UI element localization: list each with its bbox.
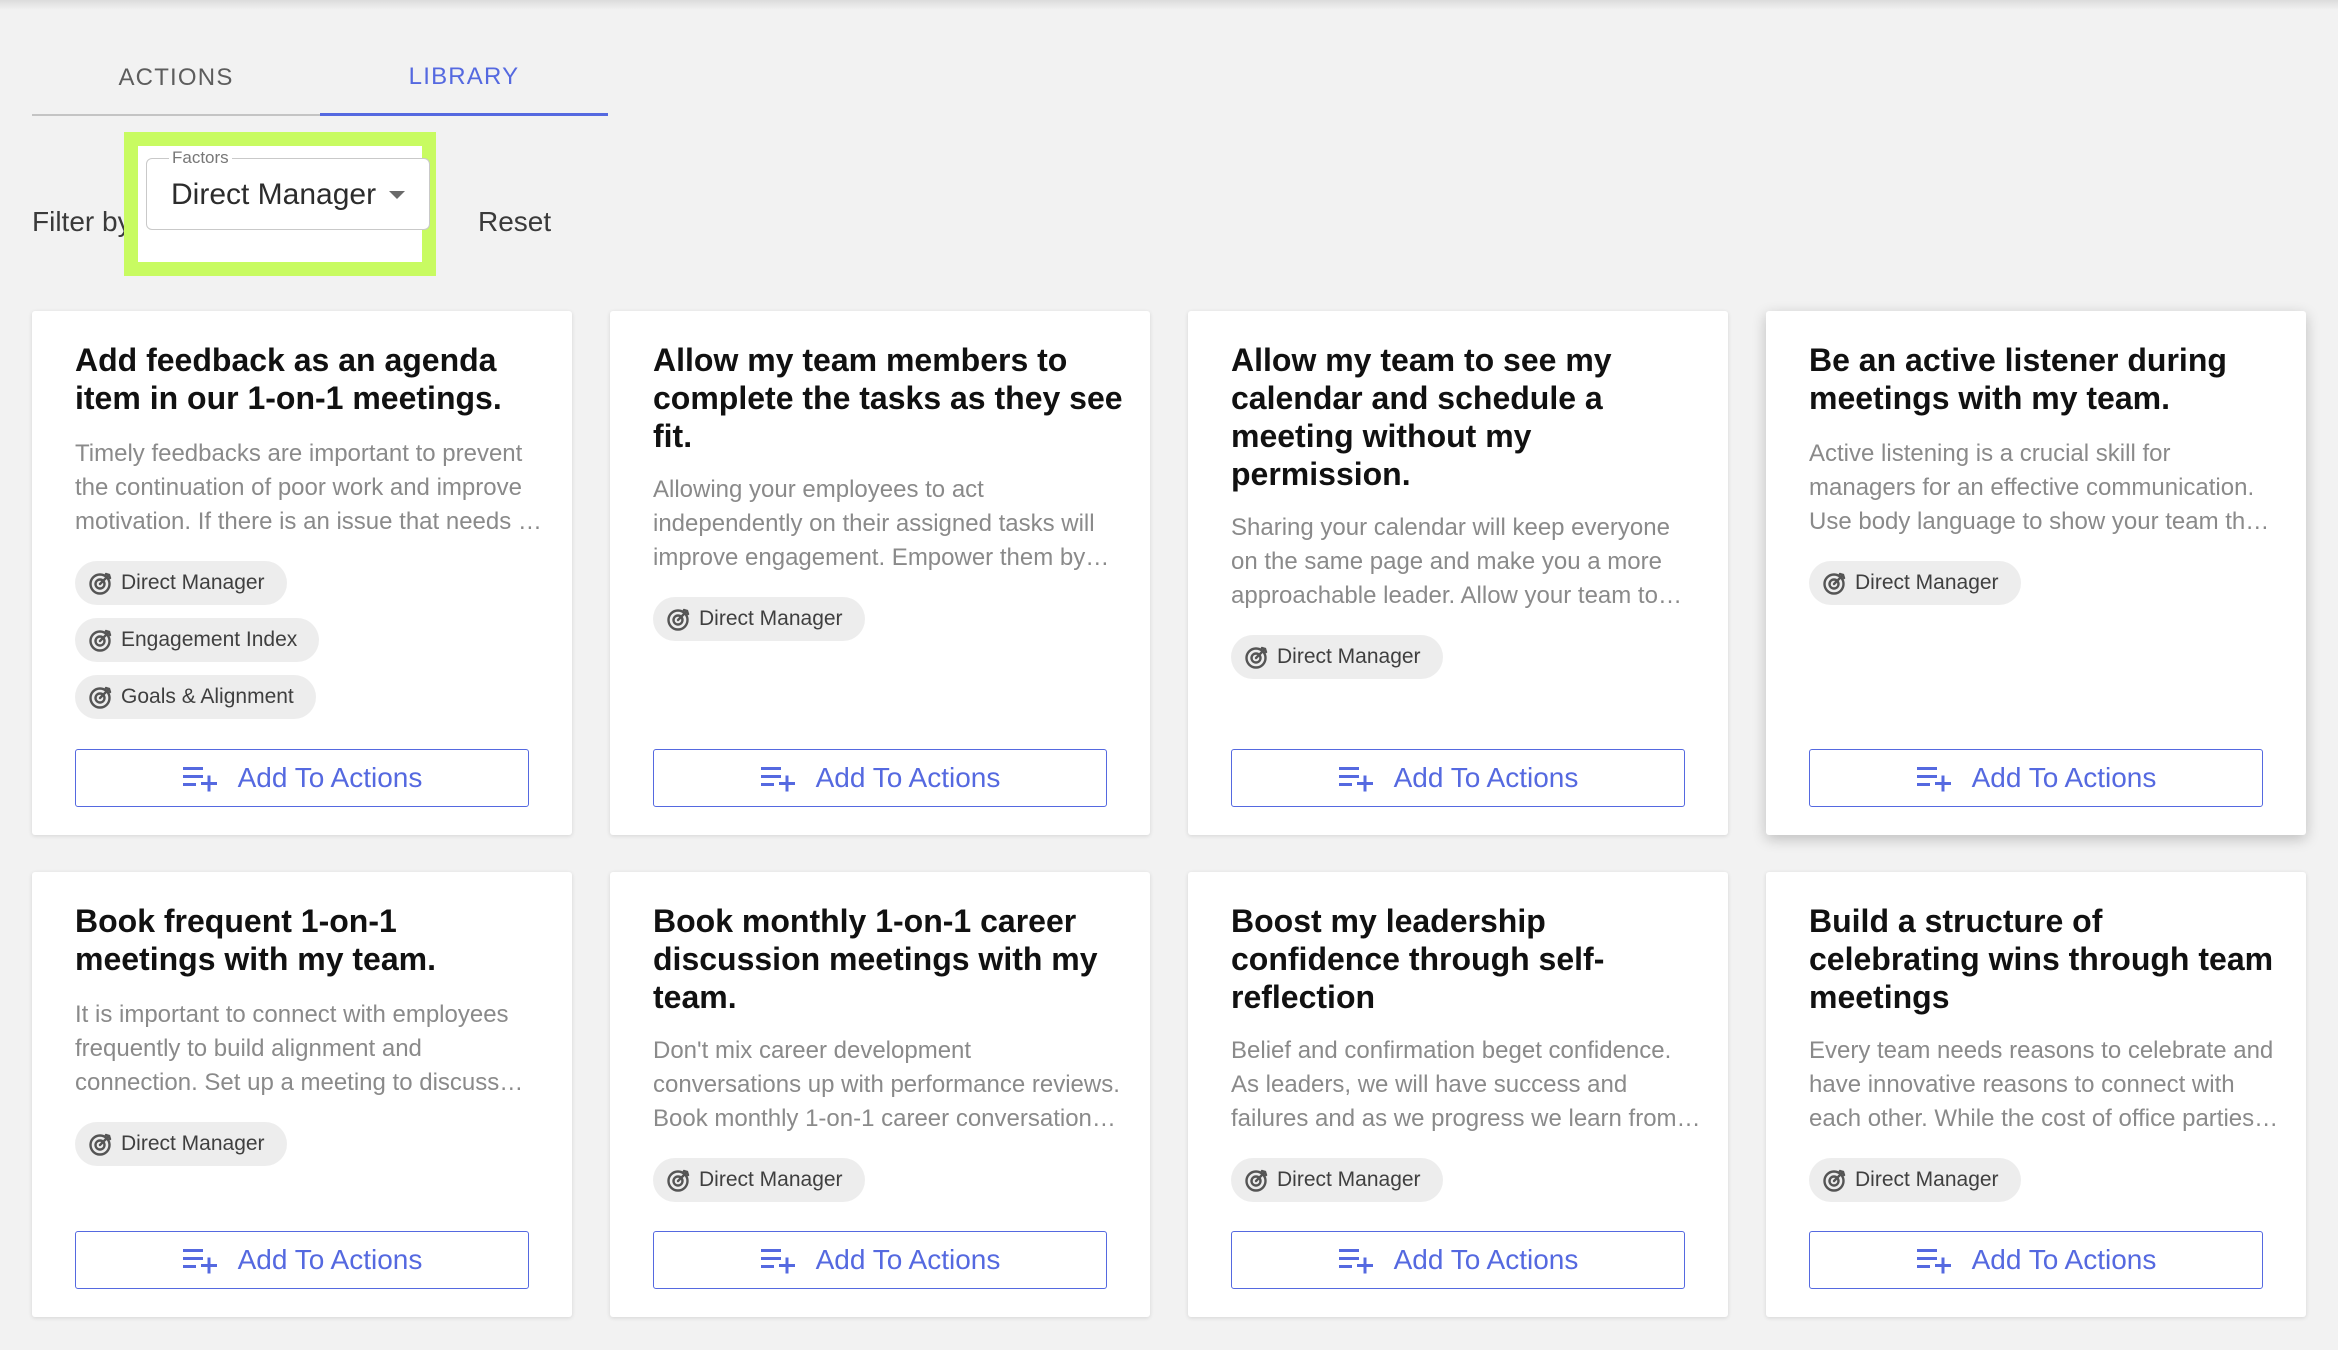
caret-down-icon <box>389 191 405 199</box>
action-card: Allow my team members to complete the ta… <box>610 311 1150 835</box>
tab-library[interactable]: LIBRARY <box>320 40 608 116</box>
filter-label: Filter by <box>32 206 132 237</box>
factor-tag: Direct Manager <box>75 1122 287 1166</box>
filter-highlight: Factors Direct Manager <box>124 132 436 276</box>
tag-list: Direct Manager Engagement Index Goals & Al… <box>75 561 320 732</box>
tag-list: Direct Manager <box>653 597 865 654</box>
target-icon <box>1823 1169 1846 1192</box>
target-icon <box>667 1169 690 1192</box>
factor-tag: Direct Manager <box>75 561 287 605</box>
add-to-actions-button[interactable]: Add To Actions <box>1809 749 2263 807</box>
factor-tag: Direct Manager <box>653 1158 865 1202</box>
playlist-add-icon <box>760 1249 795 1274</box>
tag-list: Direct Manager <box>653 1158 865 1215</box>
factor-tag-label: Direct Manager <box>1855 1168 1999 1191</box>
add-to-actions-button[interactable]: Add To Actions <box>653 749 1107 807</box>
action-card: Add feedback as an agenda item in our 1-… <box>32 311 572 835</box>
action-card: Be an active listener during meetings wi… <box>1766 311 2306 835</box>
tag-list: Direct Manager <box>75 1122 287 1179</box>
top-shadow <box>0 0 2338 10</box>
card-description: Allowing your employees to act independe… <box>653 476 1095 571</box>
playlist-add-icon <box>1338 1249 1373 1274</box>
add-to-actions-button[interactable]: Add To Actions <box>1809 1231 2263 1289</box>
add-to-actions-button[interactable]: Add To Actions <box>1231 1231 1685 1289</box>
add-to-actions-label: Add To Actions <box>1971 1244 2157 1275</box>
card-title: Allow my team to see my calendar and sch… <box>1231 342 1612 492</box>
target-icon <box>1823 572 1846 595</box>
target-icon <box>667 608 690 631</box>
tag-list: Direct Manager <box>1231 635 1443 692</box>
tag-list: Direct Manager <box>1809 1158 2021 1215</box>
factor-tag: Direct Manager <box>1809 561 2021 605</box>
target-icon <box>1245 646 1268 669</box>
card-title: Add feedback as an agenda item in our 1-… <box>75 342 502 416</box>
card-title: Build a structure of celebrating wins th… <box>1809 903 2274 1015</box>
factor-tag-label: Goals & Alignment <box>121 685 294 708</box>
target-icon <box>89 1133 112 1156</box>
card-title: Book frequent 1-on-1 meetings with my te… <box>75 903 436 977</box>
playlist-add-icon <box>182 1249 217 1274</box>
tab-bar: ACTIONS LIBRARY <box>32 40 608 116</box>
target-icon <box>89 686 112 709</box>
factor-tag: Direct Manager <box>653 597 865 641</box>
factor-tag-label: Direct Manager <box>121 571 265 594</box>
factor-tag: Engagement Index <box>75 618 320 662</box>
action-card: Allow my team to see my calendar and sch… <box>1188 311 1728 835</box>
factor-tag-label: Engagement Index <box>121 628 298 651</box>
factors-select-legend: Factors <box>169 148 232 168</box>
factor-tag-label: Direct Manager <box>1277 1168 1421 1191</box>
target-icon <box>89 629 112 652</box>
tab-actions[interactable]: ACTIONS <box>32 40 320 116</box>
add-to-actions-button[interactable]: Add To Actions <box>75 749 529 807</box>
playlist-add-icon <box>1916 767 1951 792</box>
add-to-actions-label: Add To Actions <box>1393 762 1579 793</box>
add-to-actions-label: Add To Actions <box>237 1244 423 1275</box>
reset-button[interactable]: Reset <box>478 206 551 238</box>
factor-tag-label: Direct Manager <box>1855 571 1999 594</box>
tag-list: Direct Manager <box>1231 1158 1443 1215</box>
add-to-actions-label: Add To Actions <box>1393 1244 1579 1275</box>
factor-tag-label: Direct Manager <box>1277 645 1421 668</box>
add-to-actions-button[interactable]: Add To Actions <box>1231 749 1685 807</box>
card-title: Allow my team members to complete the ta… <box>653 342 1123 454</box>
factor-tag: Direct Manager <box>1231 635 1443 679</box>
card-title: Boost my leadership confidence through s… <box>1231 903 1605 1015</box>
filter-bar: Filter by Factors Direct Manager Reset <box>32 132 592 277</box>
playlist-add-icon <box>1338 767 1373 792</box>
factors-select-value: Direct Manager <box>171 178 377 211</box>
target-icon <box>1245 1169 1268 1192</box>
action-library-grid: Add feedback as an agenda item in our 1-… <box>32 311 2306 1317</box>
playlist-add-icon <box>1916 1249 1951 1274</box>
factor-tag-label: Direct Manager <box>699 1168 843 1191</box>
playlist-add-icon <box>760 767 795 792</box>
factor-tag: Goals & Alignment <box>75 675 316 719</box>
card-description: Active listening is a crucial skill for … <box>1809 440 2266 535</box>
action-card: Boost my leadership confidence through s… <box>1188 872 1728 1317</box>
card-title: Book monthly 1-on-1 career discussion me… <box>653 903 1098 1015</box>
add-to-actions-label: Add To Actions <box>1971 762 2157 793</box>
tag-list: Direct Manager <box>1809 561 2021 618</box>
add-to-actions-button[interactable]: Add To Actions <box>653 1231 1107 1289</box>
factor-tag: Direct Manager <box>1809 1158 2021 1202</box>
target-icon <box>89 572 112 595</box>
card-title: Be an active listener during meetings wi… <box>1809 342 2227 416</box>
factors-select[interactable]: Factors Direct Manager <box>146 148 430 230</box>
add-to-actions-label: Add To Actions <box>815 762 1001 793</box>
card-description: Sharing your calendar will keep everyone… <box>1231 514 1670 609</box>
action-card: Build a structure of celebrating wins th… <box>1766 872 2306 1317</box>
card-description: Timely feedbacks are important to preven… <box>75 440 538 535</box>
add-to-actions-label: Add To Actions <box>815 1244 1001 1275</box>
factor-tag-label: Direct Manager <box>121 1132 265 1155</box>
action-card: Book monthly 1-on-1 career discussion me… <box>610 872 1150 1317</box>
card-description: Every team needs reasons to celebrate an… <box>1809 1037 2274 1132</box>
action-card: Book frequent 1-on-1 meetings with my te… <box>32 872 572 1317</box>
card-description: Belief and confirmation beget confidence… <box>1231 1037 1677 1132</box>
add-to-actions-button[interactable]: Add To Actions <box>75 1231 529 1289</box>
factor-tag: Direct Manager <box>1231 1158 1443 1202</box>
card-description: It is important to connect with employee… <box>75 1001 509 1096</box>
playlist-add-icon <box>182 767 217 792</box>
add-to-actions-label: Add To Actions <box>237 762 423 793</box>
card-description: Don't mix career development conversatio… <box>653 1037 1120 1132</box>
factor-tag-label: Direct Manager <box>699 607 843 630</box>
